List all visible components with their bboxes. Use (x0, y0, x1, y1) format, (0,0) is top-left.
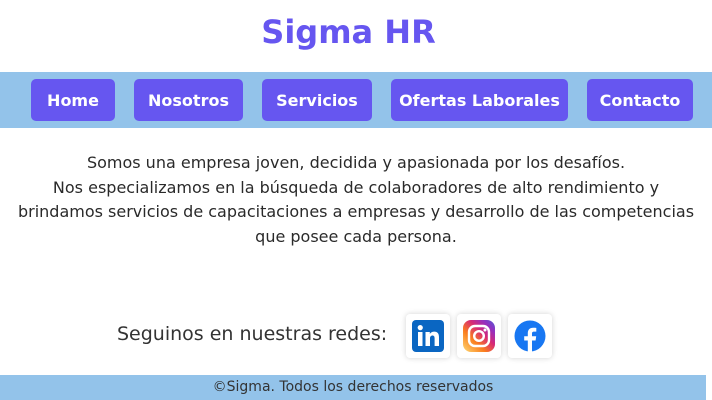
social-label: Seguinos en nuestras redes: (117, 323, 388, 345)
nav-contacto-button[interactable]: Contacto (587, 79, 693, 121)
instagram-icon[interactable] (457, 314, 501, 358)
facebook-icon[interactable] (508, 314, 552, 358)
about-text: Somos una empresa joven, decidida y apas… (16, 151, 696, 249)
nav-home-button[interactable]: Home (31, 79, 115, 121)
nav-ofertas-laborales-button[interactable]: Ofertas Laborales (391, 79, 568, 121)
navbar: Home Nosotros Servicios Ofertas Laborale… (0, 72, 712, 128)
nav-servicios-button[interactable]: Servicios (262, 79, 372, 121)
linkedin-icon[interactable] (406, 314, 450, 358)
about-line-2: Nos especializamos en la búsqueda de col… (17, 177, 695, 246)
nav-nosotros-button[interactable]: Nosotros (134, 79, 243, 121)
about-line-1: Somos una empresa joven, decidida y apas… (86, 153, 626, 172)
site-title: Sigma HR (261, 13, 436, 51)
footer: ©Sigma. Todos los derechos reservados (0, 375, 706, 400)
footer-copyright: ©Sigma. Todos los derechos reservados (212, 379, 494, 395)
